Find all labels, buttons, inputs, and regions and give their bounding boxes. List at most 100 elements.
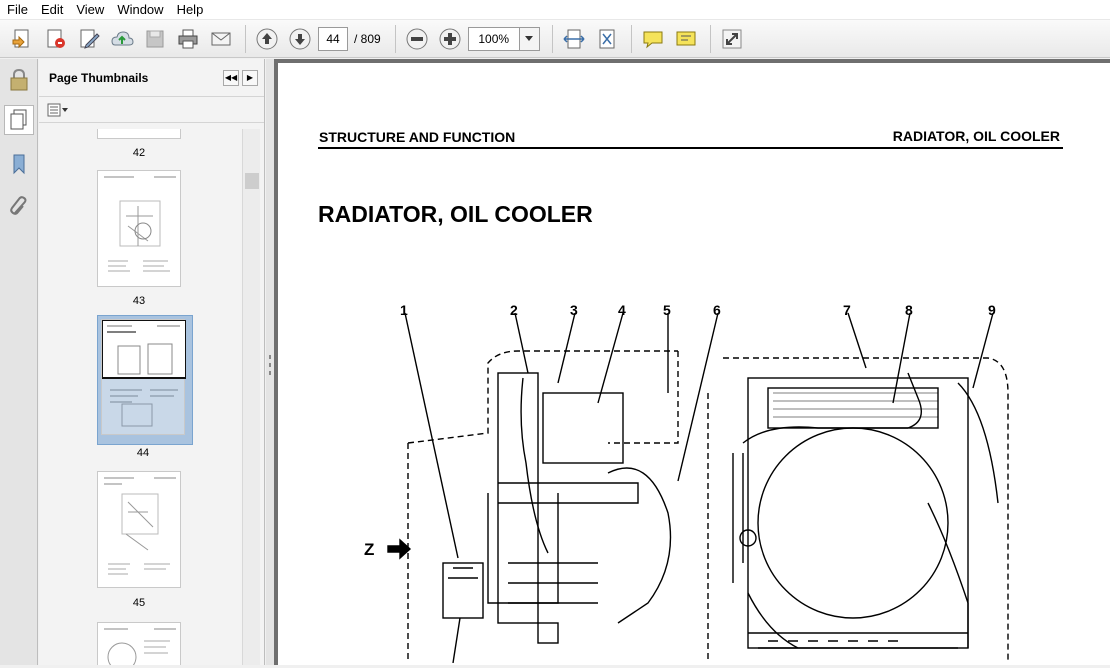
document-viewport[interactable]: STRUCTURE AND FUNCTION RADIATOR, OIL COO… bbox=[274, 59, 1110, 665]
callout-5: 5 bbox=[663, 303, 671, 318]
next-page-icon bbox=[289, 28, 311, 49]
menu-edit[interactable]: Edit bbox=[36, 0, 71, 20]
upload-button[interactable] bbox=[107, 24, 137, 54]
double-chevron-left-icon: ◀◀ bbox=[224, 73, 238, 82]
attachments-button[interactable] bbox=[4, 191, 34, 221]
comment-icon bbox=[643, 31, 663, 48]
panel-menu-button[interactable]: ▶ bbox=[242, 69, 258, 86]
bookmark-icon bbox=[13, 154, 25, 175]
fit-page-icon bbox=[599, 29, 615, 48]
create-icon bbox=[12, 29, 29, 48]
callout-4: 4 bbox=[618, 303, 626, 318]
page-thumbnails-button[interactable] bbox=[4, 105, 34, 135]
zoom-input[interactable] bbox=[468, 27, 519, 50]
lock-icon bbox=[10, 68, 28, 91]
zoom-in-icon bbox=[439, 28, 461, 49]
header-rule bbox=[318, 147, 1063, 149]
thumbnail-page-43[interactable] bbox=[97, 170, 181, 287]
export-icon bbox=[47, 29, 65, 48]
page-header-right: RADIATOR, OIL COOLER bbox=[892, 128, 1060, 144]
create-button[interactable] bbox=[8, 24, 38, 54]
email-icon bbox=[211, 32, 231, 45]
save-icon bbox=[146, 30, 164, 47]
splitter-grip-icon bbox=[269, 355, 271, 375]
menu-window[interactable]: Window bbox=[112, 0, 171, 20]
collapse-panel-button[interactable]: ◀◀ bbox=[223, 69, 239, 86]
thumbnail-label: 43 bbox=[132, 295, 146, 307]
export-button[interactable] bbox=[41, 24, 71, 54]
panel-title: Page Thumbnails bbox=[49, 70, 149, 85]
thumbnail-page-46[interactable] bbox=[97, 622, 181, 665]
edit-icon bbox=[80, 29, 100, 49]
page-header-left: STRUCTURE AND FUNCTION bbox=[319, 129, 516, 145]
toolbar-separator bbox=[551, 24, 553, 53]
chevron-right-icon: ▶ bbox=[246, 73, 254, 82]
thumbnail-preview bbox=[104, 176, 176, 272]
menu-help[interactable]: Help bbox=[172, 0, 212, 20]
thumbnail-scrollbar[interactable] bbox=[242, 129, 260, 665]
print-button[interactable] bbox=[173, 24, 203, 54]
thumbnail-options-button[interactable] bbox=[47, 103, 69, 117]
menu-bar: File Edit View Window Help bbox=[0, 0, 1110, 20]
next-page-button[interactable] bbox=[285, 24, 315, 54]
thumbnails-panel-header: Page Thumbnails ◀◀ ▶ bbox=[39, 59, 264, 97]
highlight-icon bbox=[676, 31, 696, 45]
fit-width-icon bbox=[563, 29, 585, 48]
email-button[interactable] bbox=[206, 24, 236, 54]
print-icon bbox=[178, 29, 198, 48]
comment-button[interactable] bbox=[638, 24, 668, 54]
bookmarks-button[interactable] bbox=[4, 149, 34, 179]
thumbnail-preview bbox=[104, 477, 176, 575]
chevron-down-icon bbox=[525, 35, 534, 41]
thumbnail-preview bbox=[104, 628, 176, 665]
document-title: RADIATOR, OIL COOLER bbox=[318, 201, 593, 227]
thumbnail-label: 44 bbox=[136, 447, 150, 459]
thumbnail-page-45[interactable] bbox=[97, 471, 181, 588]
thumbnails-panel: Page Thumbnails ◀◀ ▶ 42 43 44 45 bbox=[39, 59, 265, 665]
edit-button[interactable] bbox=[74, 24, 104, 54]
panel-splitter[interactable] bbox=[266, 59, 274, 665]
fit-page-button[interactable] bbox=[592, 24, 622, 54]
thumbnail-page-44[interactable] bbox=[101, 319, 187, 435]
pages-icon bbox=[10, 109, 27, 130]
page-total: / 809 bbox=[354, 31, 381, 46]
navigation-pane bbox=[0, 59, 38, 665]
toolbar-separator bbox=[709, 24, 711, 53]
upload-icon bbox=[111, 30, 134, 45]
document-page: STRUCTURE AND FUNCTION RADIATOR, OIL COO… bbox=[278, 63, 1110, 665]
scrollbar-thumb[interactable] bbox=[245, 173, 259, 189]
callout-3: 3 bbox=[570, 303, 578, 318]
toolbar: / 809 bbox=[0, 20, 1110, 58]
previous-page-button[interactable] bbox=[252, 24, 282, 54]
callout-1: 1 bbox=[400, 303, 408, 318]
fullscreen-button[interactable] bbox=[717, 24, 747, 54]
fullscreen-icon bbox=[722, 29, 742, 48]
callout-2: 2 bbox=[510, 303, 518, 318]
callout-6: 6 bbox=[713, 303, 721, 318]
thumbnail-page-42[interactable] bbox=[97, 129, 181, 139]
paperclip-icon bbox=[10, 196, 27, 215]
toolbar-separator bbox=[630, 24, 632, 53]
view-z-label: Z bbox=[364, 540, 374, 559]
previous-page-icon bbox=[256, 28, 278, 49]
toolbar-separator bbox=[245, 24, 246, 53]
page-number-input[interactable] bbox=[318, 26, 348, 51]
thumbnail-options-bar bbox=[39, 97, 264, 123]
menu-view[interactable]: View bbox=[71, 0, 112, 20]
list-options-icon bbox=[47, 103, 68, 116]
save-button[interactable] bbox=[140, 24, 170, 54]
security-button[interactable] bbox=[4, 65, 34, 95]
zoom-out-button[interactable] bbox=[402, 24, 432, 54]
fit-width-button[interactable] bbox=[559, 24, 589, 54]
callout-8: 8 bbox=[905, 303, 913, 318]
zoom-combo[interactable] bbox=[467, 26, 540, 51]
zoom-in-button[interactable] bbox=[435, 24, 465, 54]
thumbnail-label: 45 bbox=[132, 597, 146, 609]
thumbnail-label: 42 bbox=[132, 147, 146, 159]
zoom-dropdown-button[interactable] bbox=[518, 27, 539, 50]
menu-file[interactable]: File bbox=[2, 0, 36, 20]
callout-9: 9 bbox=[988, 303, 996, 318]
thumbnail-preview bbox=[101, 319, 187, 427]
zoom-out-icon bbox=[406, 28, 428, 49]
highlight-button[interactable] bbox=[671, 24, 701, 54]
